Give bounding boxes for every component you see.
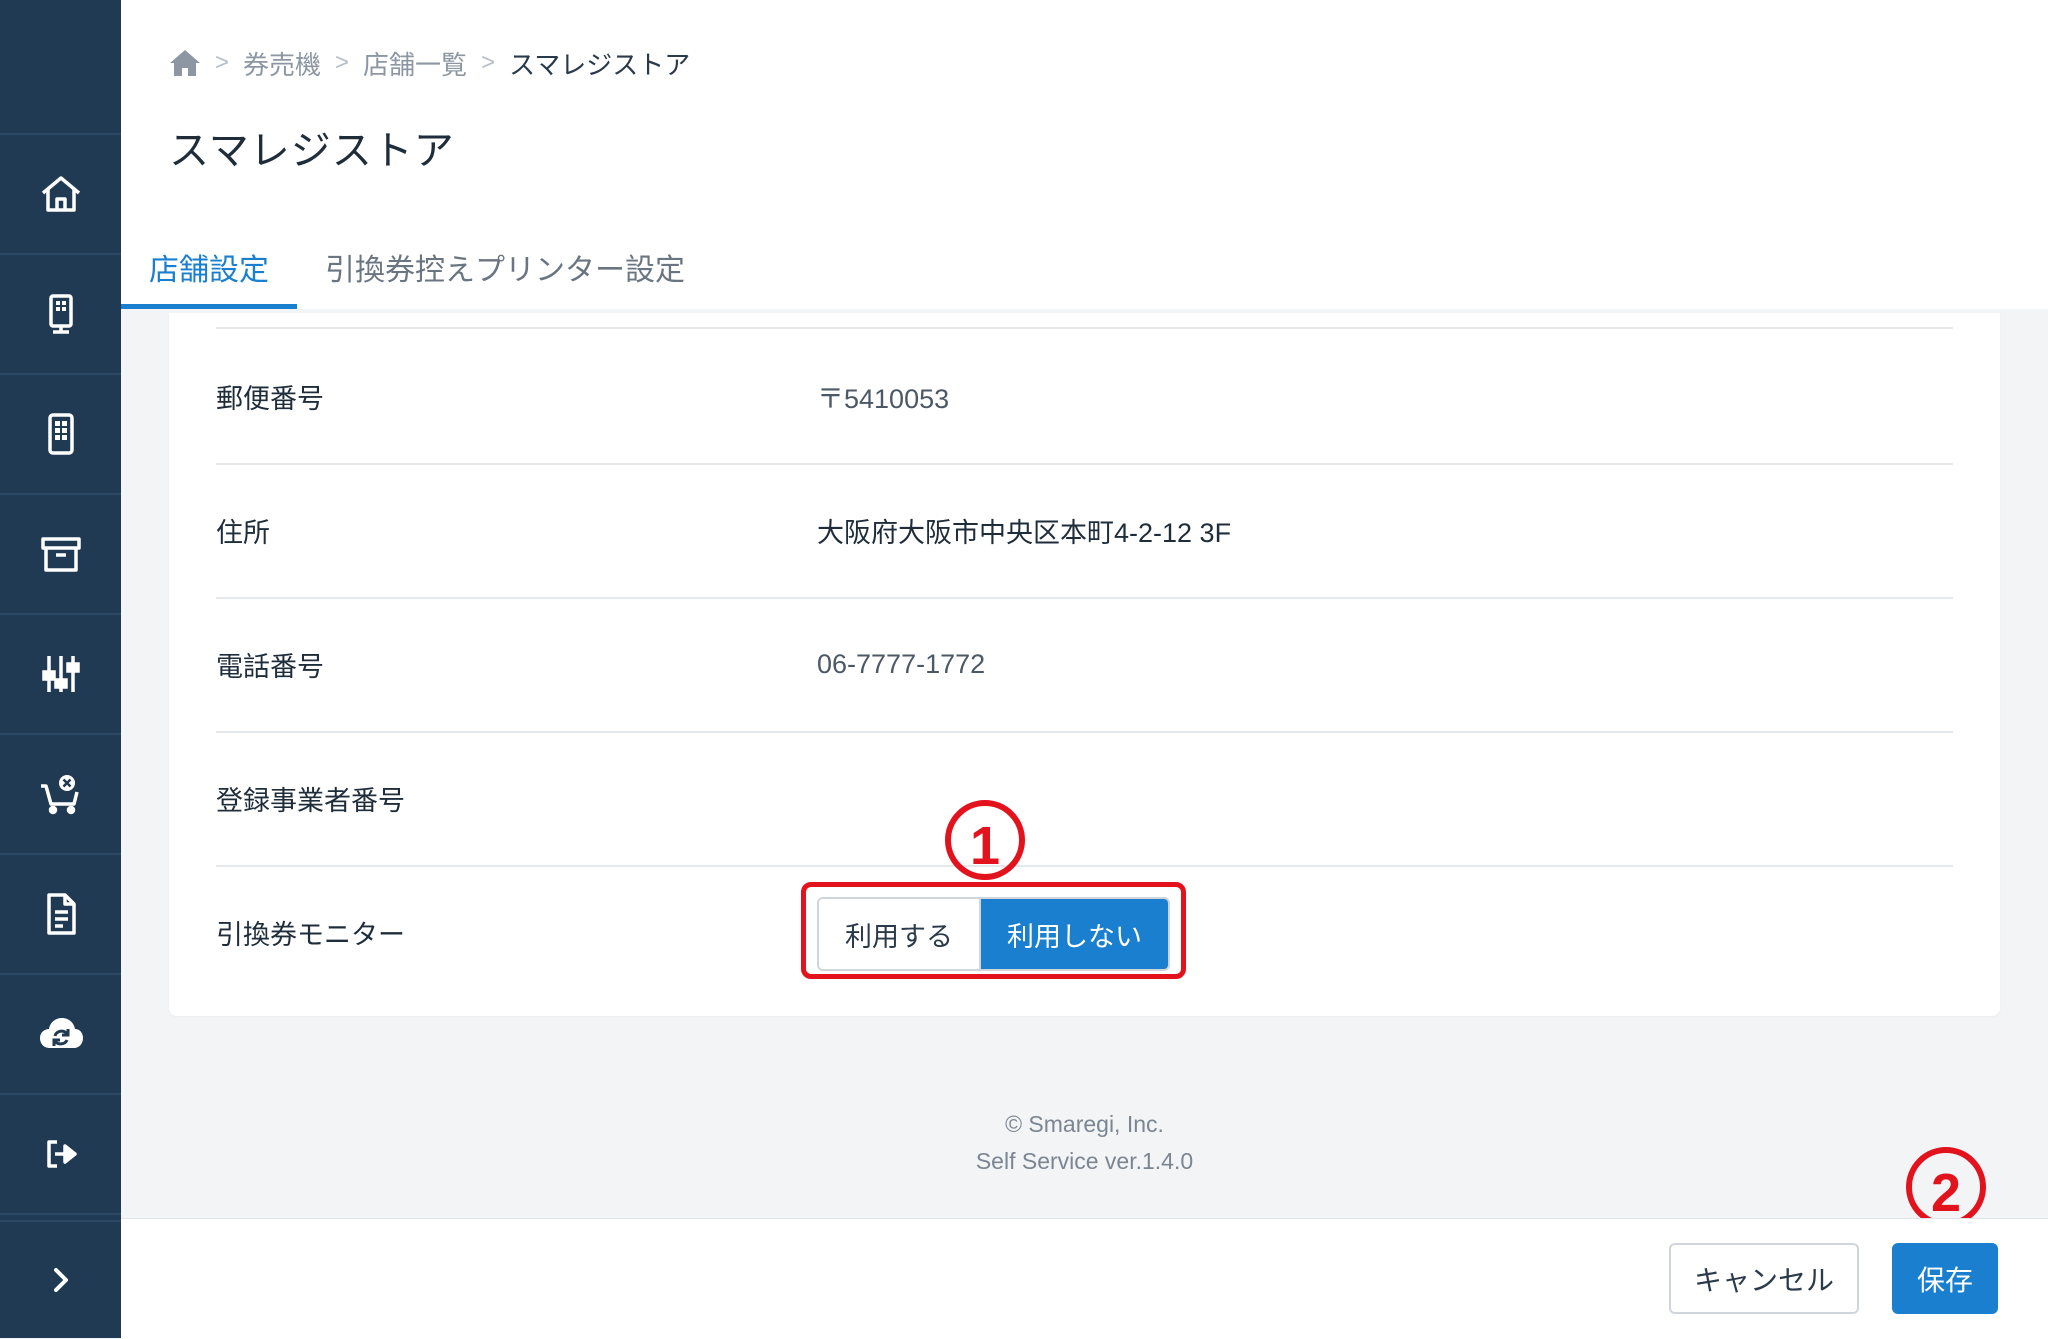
save-button[interactable]: 保存 [1892, 1243, 1998, 1314]
phone-label: 電話番号 [216, 651, 324, 682]
sliders-icon [41, 656, 80, 692]
breadcrumb-separator: > [215, 49, 230, 76]
tab-bar: 店舗設定 引換券控えプリンター設定 [121, 225, 713, 309]
sidebar-item-archive[interactable] [0, 495, 121, 615]
tab-store-settings[interactable]: 店舗設定 [121, 225, 297, 309]
sidebar-item-kiosk[interactable] [0, 255, 121, 375]
chevron-right-icon [53, 1268, 68, 1292]
kiosk-icon [48, 294, 73, 334]
annotation-marker-1: 1 [945, 800, 1025, 880]
logout-icon [46, 1140, 77, 1168]
footer: © Smaregi, Inc. Self Service ver.1.4.0 [121, 1106, 2048, 1180]
sidebar [0, 0, 121, 1338]
copyright-text: © Smaregi, Inc. [1005, 1111, 1164, 1137]
page-title: スマレジストア [169, 129, 455, 173]
breadcrumb-separator: > [481, 49, 496, 76]
sidebar-item-cancel-order[interactable] [0, 735, 121, 855]
sidebar-header [0, 0, 121, 135]
address-label: 住所 [216, 517, 270, 548]
form-row-phone: 電話番号 06-7777-1772 [216, 597, 1953, 733]
tab-printer-settings[interactable]: 引換券控えプリンター設定 [297, 225, 713, 309]
annotation-box-1 [801, 882, 1186, 979]
home-icon [41, 176, 80, 212]
sidebar-item-sync[interactable] [0, 975, 121, 1095]
sidebar-item-home[interactable] [0, 135, 121, 255]
breadcrumb-item-kiosk[interactable]: 券売機 [243, 45, 321, 82]
page-header: > 券売機 > 店舗一覧 > スマレジストア スマレジストア 店舗設定 引換券控… [121, 0, 2048, 309]
sidebar-item-tablet[interactable] [0, 375, 121, 495]
address-value: 大阪府大阪市中央区本町4-2-12 3F [817, 517, 1232, 548]
form-row-registration-number: 登録事業者番号 [216, 731, 1953, 867]
phone-value: 06-7777-1772 [817, 648, 986, 679]
postal-code-label: 郵便番号 [216, 383, 324, 414]
postal-code-value: 〒5410053 [817, 383, 950, 414]
sidebar-expand-button[interactable] [0, 1220, 121, 1338]
sidebar-item-logout[interactable] [0, 1095, 121, 1215]
form-row-address: 住所 大阪府大阪市中央区本町4-2-12 3F [216, 463, 1953, 599]
cart-cancel-icon [40, 775, 79, 815]
tablet-icon [47, 413, 74, 455]
breadcrumb-current: スマレジストア [509, 49, 691, 80]
sidebar-item-reports[interactable] [0, 855, 121, 975]
sidebar-item-settings[interactable] [0, 615, 121, 735]
breadcrumb: > 券売機 > 店舗一覧 > スマレジストア [169, 46, 690, 80]
ticket-monitor-label: 引換券モニター [216, 919, 405, 950]
archive-icon [40, 537, 81, 572]
version-text: Self Service ver.1.4.0 [975, 1148, 1194, 1174]
form-row-postal-code: 郵便番号 〒5410053 [216, 329, 1953, 465]
cancel-button[interactable]: キャンセル [1669, 1243, 1859, 1314]
document-icon [46, 893, 76, 935]
registration-number-label: 登録事業者番号 [216, 785, 405, 816]
breadcrumb-item-store-list[interactable]: 店舗一覧 [363, 45, 467, 82]
breadcrumb-separator: > [335, 49, 350, 76]
cloud-sync-icon [39, 1018, 83, 1048]
home-icon[interactable] [169, 48, 201, 78]
